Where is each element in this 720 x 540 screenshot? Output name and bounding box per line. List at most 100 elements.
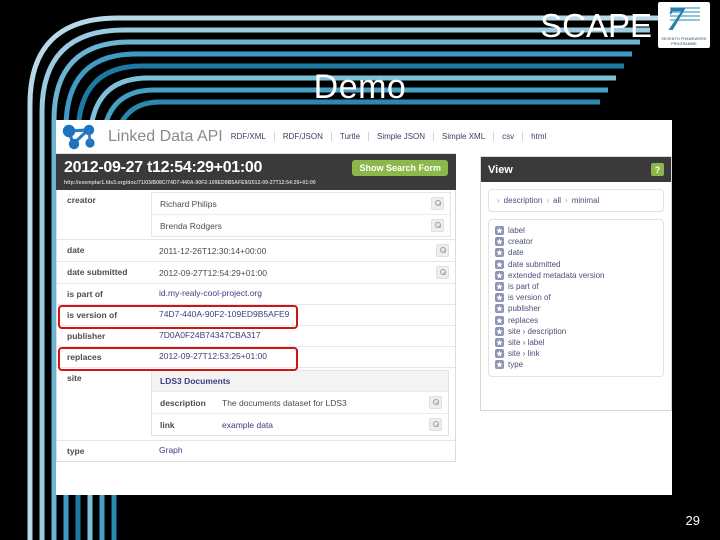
view-property-item[interactable]: date: [495, 247, 657, 258]
property-value-text: 2012-09-27T12:54:29+01:00: [159, 267, 267, 278]
property-value-text[interactable]: 7D0A0F24B74347CBA317: [159, 330, 449, 340]
view-property-label: site › label: [508, 337, 545, 347]
view-property-item[interactable]: extended metadata version: [495, 270, 657, 281]
property-value-line: 7D0A0F24B74347CBA317: [151, 326, 455, 344]
breadcrumb-item-minimal[interactable]: minimal: [572, 196, 600, 205]
property-value-line: Graph: [151, 441, 455, 459]
property-label: creator: [67, 195, 96, 205]
view-property-item[interactable]: is part of: [495, 281, 657, 292]
help-icon[interactable]: ?: [651, 163, 664, 176]
star-icon[interactable]: [495, 349, 504, 359]
view-property-label: replaces: [508, 315, 539, 325]
property-row: publisher 7D0A0F24B74347CBA317: [57, 325, 455, 346]
app-title: Linked Data API: [108, 127, 223, 145]
property-row: date submitted 2012-09-27T12:54:29+01:00: [57, 261, 455, 283]
format-link-csv[interactable]: csv: [493, 132, 522, 141]
star-icon[interactable]: [495, 326, 504, 336]
property-values: 2011-12-26T12:30:14+00:00: [151, 240, 455, 261]
view-panel: View ? › description › all › minimal label cre…: [480, 156, 672, 411]
view-property-label: is part of: [508, 282, 539, 292]
property-value-text[interactable]: id.my-realy-cool-project.org: [159, 288, 449, 298]
chevron-right-icon: ›: [497, 196, 500, 205]
property-row: date 2011-12-26T12:30:14+00:00: [57, 239, 455, 261]
property-value-line: Brenda Rodgers: [152, 214, 450, 236]
property-label: date submitted: [67, 267, 128, 277]
magnifier-icon[interactable]: [429, 396, 442, 409]
format-link-rdf-json[interactable]: RDF/JSON: [273, 132, 331, 141]
nested-row-key: link: [160, 419, 175, 430]
view-property-item[interactable]: site › description: [495, 326, 657, 337]
property-values: 74D7-440A-90F2-109ED9B5AFE9: [151, 305, 455, 325]
property-value-text[interactable]: 74D7-440A-90F2-109ED9B5AFE9: [159, 309, 449, 319]
view-property-item[interactable]: type: [495, 359, 657, 370]
property-row: creator Richard Philips Brenda Rodgers: [57, 190, 455, 239]
view-panel-title: View: [488, 163, 513, 176]
star-icon[interactable]: [495, 259, 504, 269]
molecule-logo-icon: [62, 124, 95, 149]
property-label: date: [67, 245, 85, 255]
property-values: 7D0A0F24B74347CBA317: [151, 326, 455, 346]
view-property-label: date submitted: [508, 259, 561, 269]
view-property-label: site › description: [508, 326, 567, 336]
fp7-caption: SEVENTH FRAMEWORK PROGRAMME: [661, 37, 707, 47]
star-icon[interactable]: [495, 226, 504, 236]
view-property-list: label creator date date submitted extended m…: [488, 219, 664, 378]
page-number: 29: [685, 513, 700, 528]
view-property-label: type: [508, 360, 524, 370]
format-links-nav: RDF/XML RDF/JSON Turtle Simple JSON Simple X…: [223, 132, 555, 141]
view-property-item[interactable]: site › link: [495, 348, 657, 359]
format-link-simple-xml[interactable]: Simple XML: [433, 132, 493, 141]
property-label: is version of: [67, 310, 118, 320]
format-link-rdf-xml[interactable]: RDF/XML: [223, 132, 274, 141]
star-icon[interactable]: [495, 304, 504, 314]
document-timestamp: 2012-09-27 t12:54:29+01:00: [64, 159, 263, 176]
star-icon[interactable]: [495, 293, 504, 303]
star-icon[interactable]: [495, 237, 504, 247]
star-icon[interactable]: [495, 282, 504, 292]
property-value-text: 2011-12-26T12:30:14+00:00: [159, 245, 267, 256]
star-icon[interactable]: [495, 360, 504, 370]
format-link-simple-json[interactable]: Simple JSON: [368, 132, 433, 141]
document-uri: http://exemplar1.lds3.org/doc/71/03/B08C…: [64, 180, 316, 186]
view-property-item[interactable]: is version of: [495, 292, 657, 303]
property-values: id.my-realy-cool-project.org: [151, 284, 455, 304]
view-property-item[interactable]: site › label: [495, 337, 657, 348]
property-label: publisher: [67, 331, 106, 341]
fp7-eu-logo: 7 SEVENTH FRAMEWORK PROGRAMME: [658, 2, 710, 48]
nested-row-value[interactable]: example data: [222, 420, 429, 430]
breadcrumb-item-description[interactable]: description: [504, 196, 543, 205]
property-label: type: [67, 446, 85, 456]
property-row: replaces 2012-09-27T12:53:25+01:00: [57, 346, 455, 371]
format-link-html[interactable]: html: [522, 132, 554, 141]
linked-data-api-card: Linked Data API RDF/XML RDF/JSON Turtle Sim…: [56, 120, 546, 485]
chevron-right-icon: ›: [565, 196, 568, 205]
nested-site-table: LDS3 Documents description The documents d…: [151, 370, 449, 436]
magnifier-icon[interactable]: [431, 219, 444, 232]
breadcrumb-item-all[interactable]: all: [553, 196, 561, 205]
property-value-line: Richard Philips: [152, 193, 450, 214]
view-property-item[interactable]: publisher: [495, 303, 657, 314]
star-icon[interactable]: [495, 337, 504, 347]
show-search-form-button[interactable]: Show Search Form: [352, 160, 448, 176]
view-property-item[interactable]: replaces: [495, 315, 657, 326]
property-value-text[interactable]: 2012-09-27T12:53:25+01:00: [159, 351, 449, 361]
property-row: site LDS3 Documents description The documen…: [57, 367, 455, 440]
star-icon[interactable]: [495, 248, 504, 258]
property-value-line: 2012-09-27T12:53:25+01:00: [151, 347, 455, 365]
magnifier-icon[interactable]: [429, 418, 442, 431]
embedded-screenshot: Linked Data API RDF/XML RDF/JSON Turtle Sim…: [56, 120, 672, 495]
slide-title: Demo: [313, 68, 407, 106]
star-icon[interactable]: [495, 270, 504, 280]
format-link-turtle[interactable]: Turtle: [330, 132, 368, 141]
nested-table-title: LDS3 Documents: [152, 371, 448, 391]
magnifier-icon[interactable]: [436, 266, 449, 279]
magnifier-icon[interactable]: [436, 244, 449, 257]
magnifier-icon[interactable]: [431, 197, 444, 210]
star-icon[interactable]: [495, 315, 504, 325]
view-property-item[interactable]: label: [495, 225, 657, 236]
view-property-item[interactable]: creator: [495, 236, 657, 247]
document-header: 2012-09-27 t12:54:29+01:00 Show Search F…: [56, 154, 456, 190]
nested-row-value: The documents dataset for LDS3: [222, 397, 347, 408]
property-value-text[interactable]: Graph: [159, 445, 449, 455]
view-property-item[interactable]: date submitted: [495, 259, 657, 270]
